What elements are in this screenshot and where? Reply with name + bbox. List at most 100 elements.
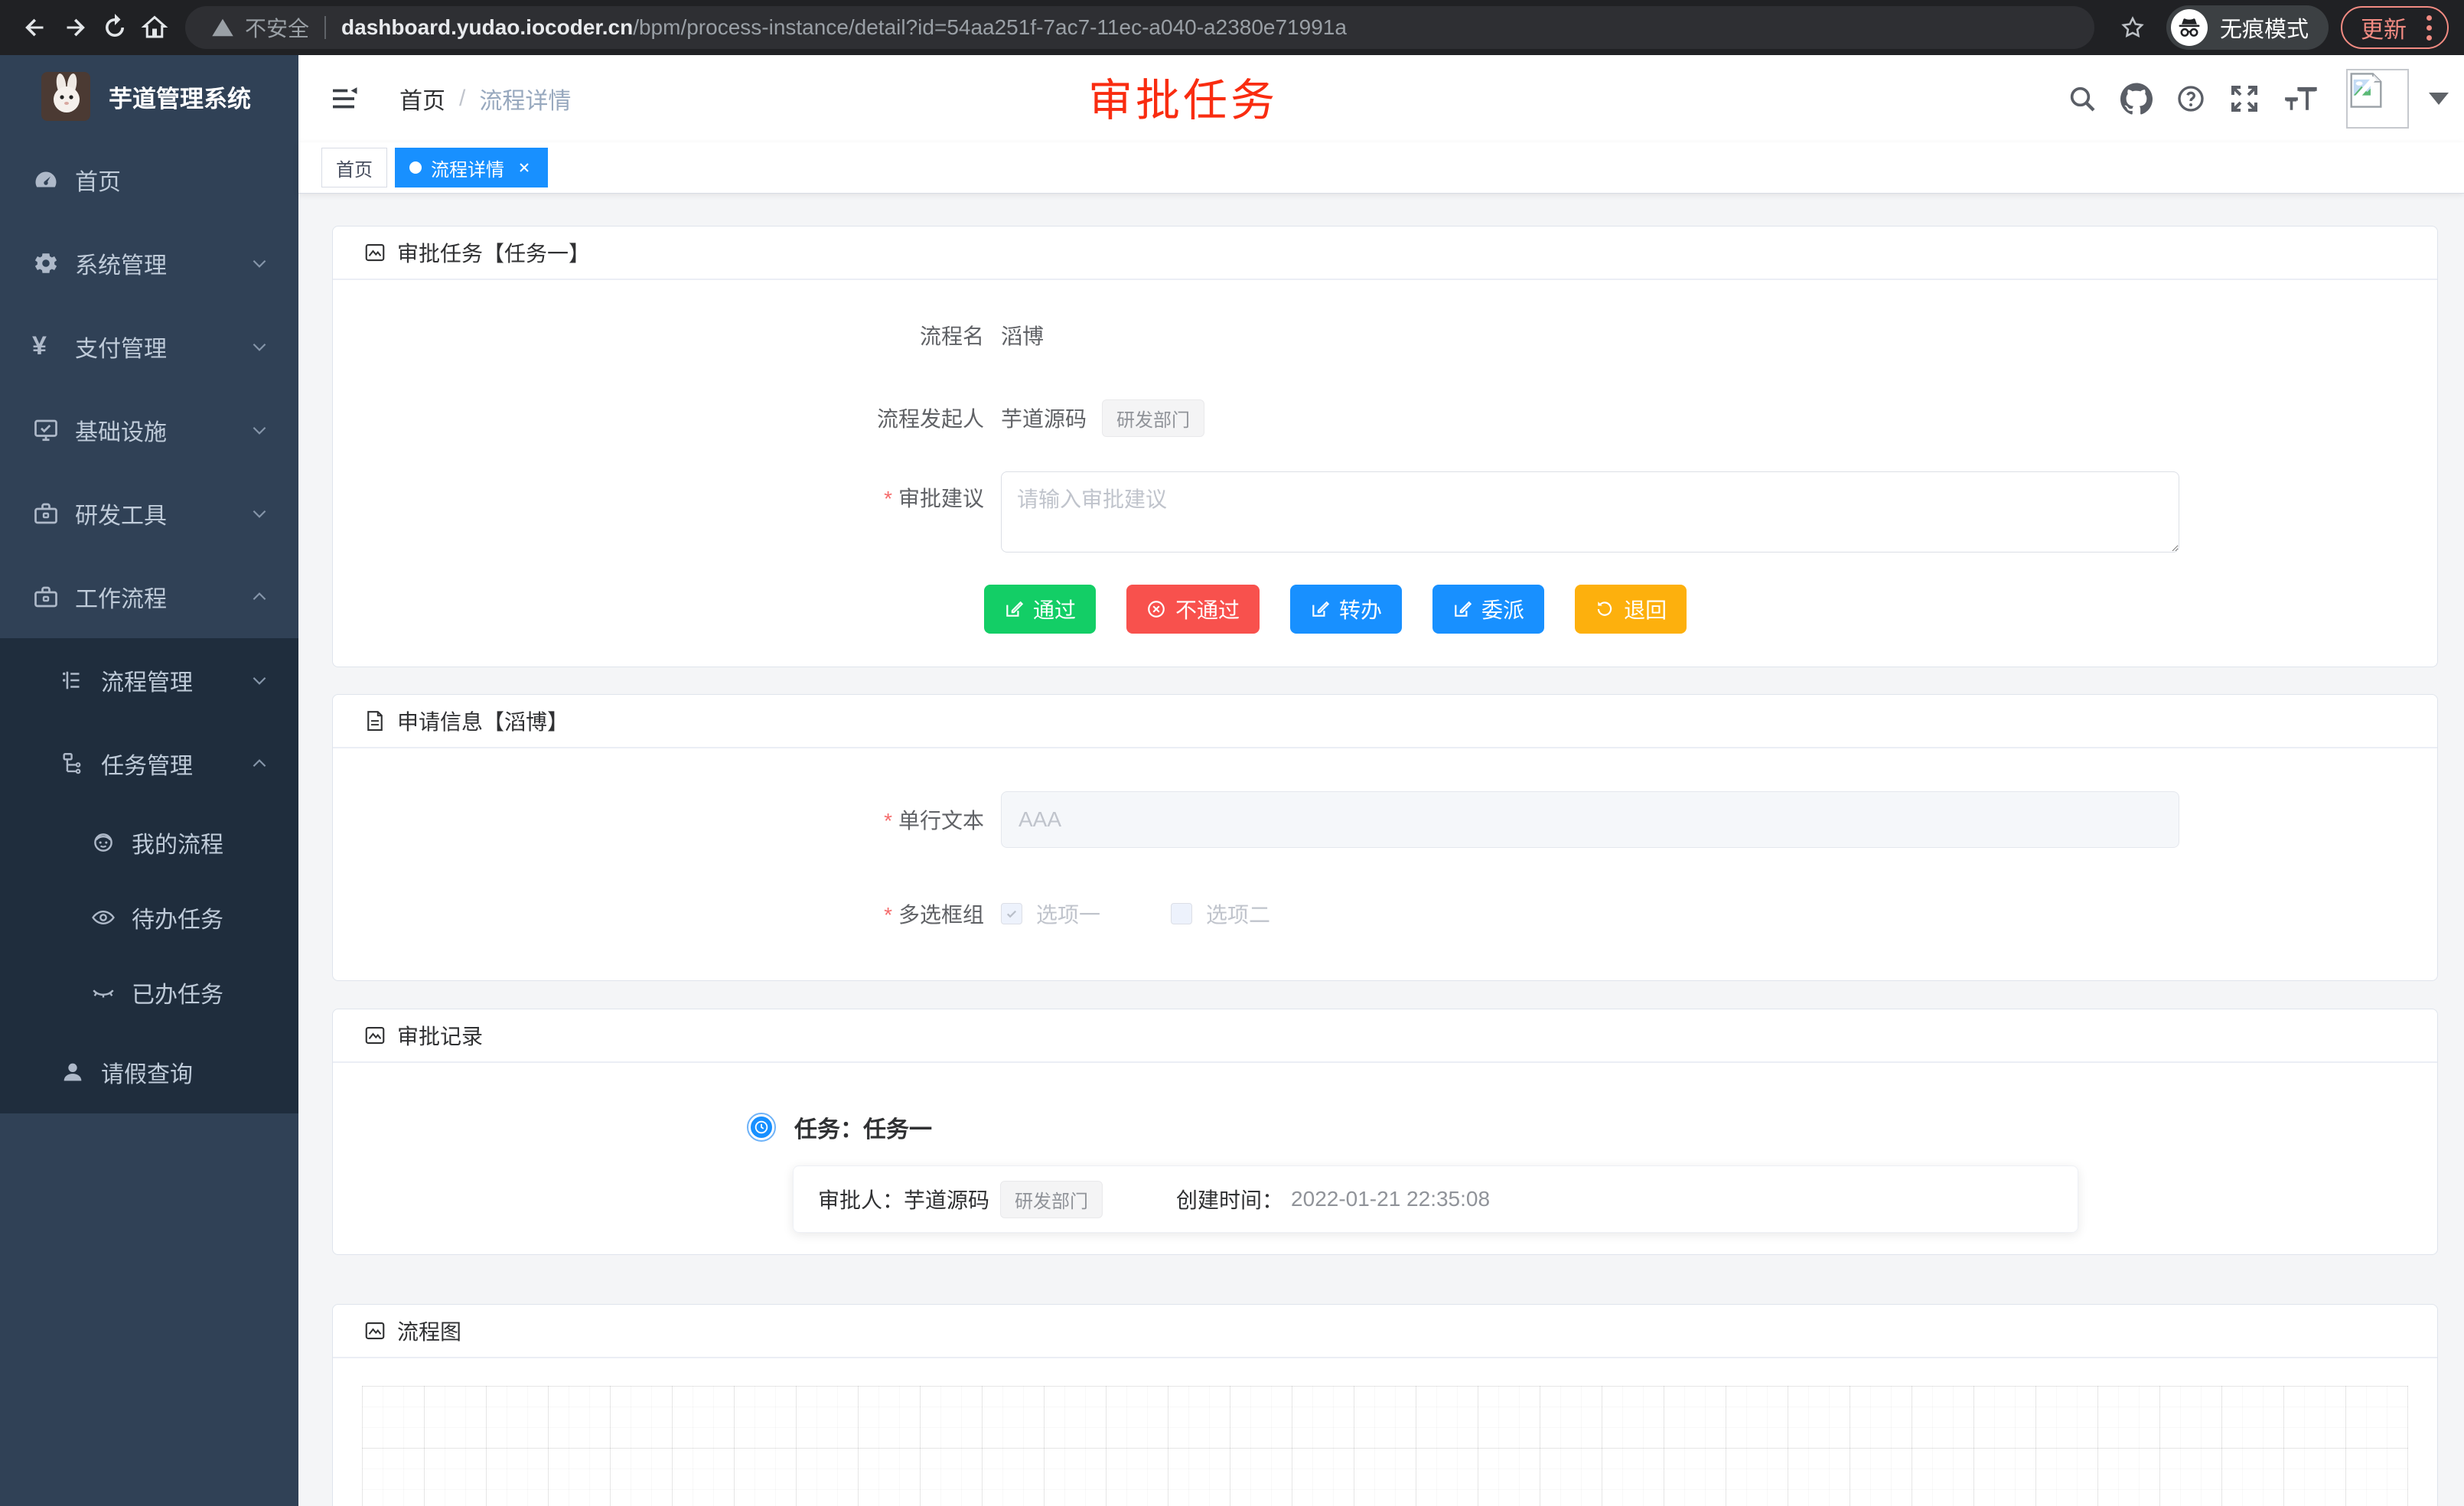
sidebar-collapse-button[interactable] [321, 77, 366, 121]
url-host: dashboard.yudao.iocoder.cn [341, 15, 633, 40]
yen-icon: ¥ [32, 331, 60, 361]
user-avatar[interactable] [2346, 69, 2409, 129]
sidebar-item-my-process[interactable]: 我的流程 [0, 805, 298, 880]
flow-diagram-card: 流程图 [332, 1304, 2438, 1506]
single-text-input[interactable] [1001, 791, 2179, 848]
bookmark-star-button[interactable] [2113, 8, 2153, 47]
hamburger-icon [328, 83, 360, 115]
application-info-card-body: *单行文本 *多选框组 选项一 选项二 [333, 791, 2437, 927]
sidebar-item-label: 流程管理 [101, 663, 193, 697]
tab-close-icon[interactable] [515, 158, 533, 177]
checkbox-option-1[interactable]: 选项一 [1001, 898, 1100, 929]
approve-button[interactable]: 通过 [984, 585, 1096, 634]
return-button[interactable]: 退回 [1575, 585, 1687, 634]
clock-icon [748, 1114, 774, 1140]
sidebar-item-label: 系统管理 [75, 246, 167, 280]
sidebar-item-process-mgmt[interactable]: 流程管理 [0, 638, 298, 722]
checkbox-checked-icon [1001, 903, 1022, 924]
address-bar[interactable]: 不安全 dashboard.yudao.iocoder.cn/bpm/proce… [185, 6, 2094, 49]
tab-process-detail[interactable]: 流程详情 [395, 148, 548, 187]
initiator-label: 流程发起人 [333, 403, 984, 433]
omnibox-divider [324, 16, 326, 39]
search-button[interactable] [2055, 83, 2109, 114]
github-link[interactable] [2109, 83, 2164, 115]
advice-textarea[interactable] [1001, 471, 2179, 553]
help-button[interactable] [2164, 83, 2218, 114]
browser-reload-button[interactable] [95, 8, 135, 47]
browser-forward-button[interactable] [55, 8, 95, 47]
approval-record-card-header: 审批记录 [333, 1009, 2437, 1063]
advice-row: *审批建议 [333, 471, 2437, 553]
edit-icon [1310, 599, 1330, 619]
initiator-value: 芋道源码 研发部门 [1001, 399, 1204, 437]
required-mark: * [884, 903, 892, 927]
font-size-icon [2283, 83, 2318, 114]
undo-icon [1595, 599, 1615, 619]
picture-icon [363, 1024, 386, 1047]
org-tree-icon [60, 751, 86, 777]
browser-menu-icon[interactable] [2423, 12, 2435, 44]
record-panel: 审批人： 芋道源码 研发部门 创建时间： 2022-01-21 22:35:08 [793, 1165, 2078, 1233]
assignee-label: 审批人： [818, 1184, 904, 1214]
sidebar-item-workflow[interactable]: 工作流程 [0, 555, 298, 638]
gear-icon [32, 249, 60, 277]
browser-home-button[interactable] [135, 8, 174, 47]
browser-update-button[interactable]: 更新 [2341, 6, 2449, 49]
card-title: 审批任务【任务一】 [397, 237, 590, 268]
sidebar-item-label: 研发工具 [75, 497, 167, 530]
application-info-card: 申请信息【滔博】 *单行文本 *多选框组 选项一 [332, 694, 2438, 981]
eye-closed-icon [90, 980, 116, 1006]
toolbox-icon [32, 500, 60, 527]
header-actions [2055, 55, 2449, 142]
monitor-icon [32, 416, 60, 444]
avatar-dropdown-caret-icon[interactable] [2429, 93, 2449, 105]
breadcrumb-current: 流程详情 [479, 82, 571, 116]
chevron-down-icon [249, 420, 269, 440]
assignee-value: 芋道源码 [904, 1184, 989, 1214]
home-icon [141, 14, 168, 41]
breadcrumb-home[interactable]: 首页 [399, 82, 445, 116]
sidebar-item-system[interactable]: 系统管理 [0, 221, 298, 305]
card-title: 审批记录 [397, 1020, 483, 1051]
page-header: 首页 / 流程详情 审批任务 [298, 55, 2464, 142]
created-time-label: 创建时间： [1176, 1184, 1283, 1214]
flow-diagram-card-header: 流程图 [333, 1305, 2437, 1358]
tags-view-bar: 首页 流程详情 [298, 142, 2464, 194]
sidebar-item-infrastructure[interactable]: 基础设施 [0, 388, 298, 471]
fullscreen-button[interactable] [2218, 83, 2271, 114]
robot-face-icon [90, 830, 116, 856]
checkbox-label: 选项一 [1036, 898, 1100, 929]
advice-label: *审批建议 [333, 482, 984, 513]
edit-icon [1452, 599, 1472, 619]
card-title: 流程图 [397, 1315, 461, 1346]
bpmn-grid-canvas[interactable] [362, 1386, 2408, 1506]
delegate-button[interactable]: 委派 [1432, 585, 1544, 634]
picture-icon [363, 241, 386, 264]
fullscreen-icon [2229, 83, 2260, 114]
dept-tag: 研发部门 [1000, 1181, 1103, 1218]
task-title: 任务：任务一 [794, 1110, 932, 1144]
sidebar-item-payment[interactable]: ¥ 支付管理 [0, 305, 298, 388]
app-logo-row: 芋道管理系统 [0, 55, 298, 138]
sidebar-item-task-mgmt[interactable]: 任务管理 [0, 722, 298, 805]
checkbox-label: 选项二 [1206, 898, 1270, 929]
checkbox-option-2[interactable]: 选项二 [1171, 898, 1270, 929]
checkbox-group-row: *多选框组 选项一 选项二 [333, 900, 2437, 927]
reject-button[interactable]: 不通过 [1126, 585, 1260, 634]
sidebar-item-label: 我的流程 [132, 826, 223, 859]
sidebar-item-devtools[interactable]: 研发工具 [0, 471, 298, 555]
breadcrumb-separator: / [459, 86, 465, 112]
forward-icon [61, 14, 89, 41]
sidebar-item-todo-tasks[interactable]: 待办任务 [0, 880, 298, 955]
tab-home[interactable]: 首页 [321, 148, 387, 187]
sidebar-item-leave-query[interactable]: 请假查询 [0, 1030, 298, 1113]
incognito-badge: 无痕模式 [2166, 5, 2329, 50]
application-info-card-header: 申请信息【滔博】 [333, 695, 2437, 748]
sidebar-item-home[interactable]: 首页 [0, 138, 298, 221]
broken-image-icon [2350, 73, 2382, 108]
font-size-button[interactable] [2271, 83, 2329, 114]
transfer-button[interactable]: 转办 [1290, 585, 1402, 634]
chevron-down-icon [249, 337, 269, 357]
browser-back-button[interactable] [15, 8, 55, 47]
sidebar-item-done-tasks[interactable]: 已办任务 [0, 955, 298, 1030]
